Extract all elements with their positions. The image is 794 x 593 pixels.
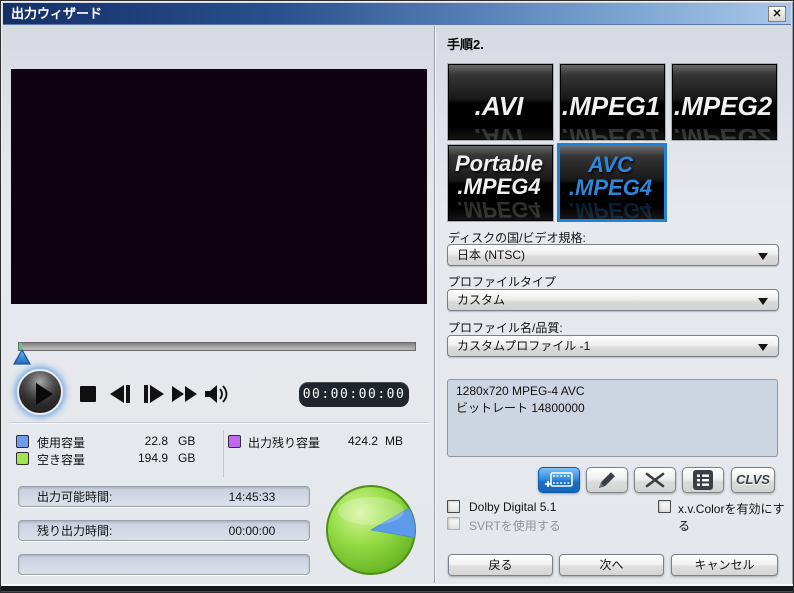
profile-details-button[interactable] [682, 467, 724, 493]
new-profile-button[interactable] [538, 467, 580, 493]
step-forward-icon [144, 384, 164, 403]
dolby-checkbox-label: Dolby Digital 5.1 [469, 500, 557, 514]
xvcolor-checkbox-label: x.v.Colorを有効にする [678, 502, 785, 533]
format-avi-reflection: .AVI [474, 123, 524, 141]
used-capacity-unit: GB [178, 434, 196, 448]
format-mpeg1-label: .MPEG1 [561, 91, 661, 121]
back-button[interactable]: 戻る [448, 554, 553, 576]
free-capacity-value: 194.9 [137, 451, 168, 465]
next-button[interactable]: 次へ [559, 554, 664, 576]
format-mpeg2-reflection: .MPEG2 [673, 123, 773, 141]
format-portable-mpeg4-button[interactable]: Portable.MPEG4 Portable.MPEG4 [447, 144, 554, 222]
writable-time-label: 出力可能時間: [37, 490, 113, 504]
remaining-output-value: 424.2 [347, 434, 378, 448]
writable-time-value: 14:45:33 [228, 490, 276, 504]
format-avi-label: .AVI [474, 91, 524, 121]
xvcolor-checkbox[interactable] [658, 500, 671, 513]
used-capacity-label: 使用容量 [37, 436, 86, 450]
fast-forward-icon [171, 385, 197, 402]
fast-forward-button[interactable] [169, 382, 199, 408]
volume-icon [204, 384, 227, 403]
stop-icon [80, 385, 96, 402]
remaining-time-value: 00:00:00 [228, 524, 276, 538]
video-preview [11, 69, 427, 304]
edit-pencil-icon [599, 472, 615, 488]
format-avc-line2: .MPEG4 [568, 175, 653, 200]
svrt-checkbox-label: SVRTを使用する [469, 519, 561, 533]
format-mpeg1-button[interactable]: .MPEG1 .MPEG1 [559, 63, 666, 141]
chevron-down-icon [758, 344, 768, 351]
remaining-time-label: 残り出力時間: [37, 524, 113, 538]
format-mpeg1-reflection: .MPEG1 [561, 123, 661, 141]
format-mpeg2-button[interactable]: .MPEG2 .MPEG2 [671, 63, 778, 141]
title-bar[interactable]: 出力ウィザード ✕ [3, 3, 791, 25]
profile-info-box: 1280x720 MPEG-4 AVC ビットレート 14800000 [447, 379, 778, 457]
free-capacity-unit: GB [178, 451, 196, 465]
output-wizard-dialog: 出力ウィザード ✕ 00:00:00:00 使用容量 22.8 GB 空き容量 … [0, 0, 794, 593]
legend-divider [223, 430, 224, 477]
volume-button[interactable] [201, 382, 231, 408]
dolby-checkbox[interactable] [447, 500, 460, 513]
remaining-output-unit: MB [385, 434, 403, 448]
add-profile-icon [545, 472, 573, 487]
close-icon: ✕ [772, 7, 782, 20]
play-button[interactable] [17, 369, 63, 415]
used-capacity-swatch [16, 435, 29, 448]
seek-bar[interactable] [18, 342, 416, 351]
seek-thumb[interactable] [13, 349, 31, 366]
profile-type-value: カスタム [457, 293, 506, 307]
step-label: 手順2. [447, 37, 484, 52]
delete-profile-button[interactable] [634, 467, 676, 493]
format-portable-line1: Portable [454, 151, 544, 176]
play-icon [36, 383, 53, 405]
delete-x-icon [645, 472, 665, 488]
disc-standard-value: 日本 (NTSC) [457, 248, 525, 262]
chevron-down-icon [758, 298, 768, 305]
profile-type-label: プロファイルタイプ [448, 275, 557, 289]
profile-name-select[interactable]: カスタムプロファイル -1 [447, 335, 779, 357]
chevron-down-icon [758, 253, 768, 260]
cancel-button[interactable]: キャンセル [671, 554, 778, 576]
profile-info-line2: ビットレート 14800000 [456, 401, 585, 415]
left-panel-divider [9, 422, 429, 424]
profile-name-value: カスタムプロファイル -1 [457, 339, 591, 353]
edit-profile-button[interactable] [586, 467, 628, 493]
profile-name-label: プロファイル名/品質: [448, 321, 563, 335]
free-capacity-label: 空き容量 [37, 453, 86, 467]
svrt-checkbox [447, 517, 460, 530]
timecode-display: 00:00:00:00 [299, 382, 409, 407]
disk-capacity-pie-chart [326, 485, 416, 575]
step-back-button[interactable] [105, 382, 135, 408]
clvs-button[interactable]: CLVS [731, 467, 775, 493]
writable-time-box: 出力可能時間: 14:45:33 [18, 486, 310, 507]
step-forward-button[interactable] [139, 382, 169, 408]
step-back-icon [110, 384, 130, 403]
profile-type-select[interactable]: カスタム [447, 289, 779, 311]
status-box-empty [18, 554, 310, 575]
window-title: 出力ウィザード [11, 6, 103, 21]
used-capacity-value: 22.8 [144, 434, 168, 448]
disc-standard-select[interactable]: 日本 (NTSC) [447, 244, 779, 266]
stop-button[interactable] [73, 382, 103, 408]
format-avc-mpeg4-button[interactable]: AVC.MPEG4 AVC.MPEG4 [557, 143, 667, 222]
remaining-output-swatch [228, 435, 241, 448]
format-avc-line1: AVC [588, 152, 633, 177]
format-avi-button[interactable]: .AVI .AVI [447, 63, 554, 141]
format-mpeg2-label: .MPEG2 [673, 91, 773, 121]
panel-divider [434, 26, 436, 583]
remaining-output-label: 出力残り容量 [248, 436, 321, 450]
profile-details-icon [693, 470, 713, 490]
free-capacity-swatch [16, 452, 29, 465]
profile-info-line1: 1280x720 MPEG-4 AVC [456, 384, 585, 398]
close-button[interactable]: ✕ [768, 6, 786, 22]
format-portable-line2: .MPEG4 [457, 174, 541, 199]
remaining-time-box: 残り出力時間: 00:00:00 [18, 520, 310, 541]
